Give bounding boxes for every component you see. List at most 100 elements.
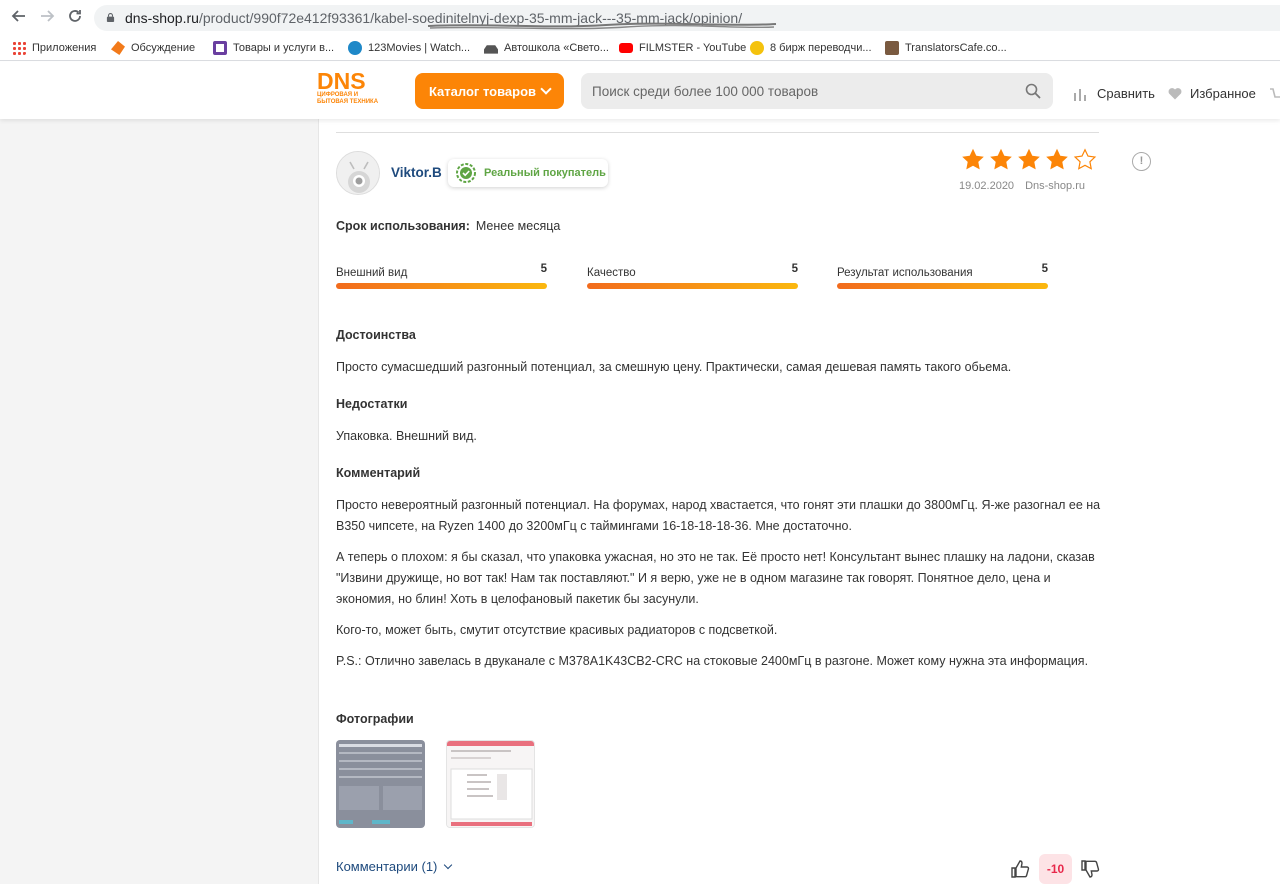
photos-title: Фотографии	[336, 712, 414, 726]
bookmark-youtube[interactable]: FILMSTER - YouTube	[619, 39, 746, 57]
favorites-link[interactable]: Избранное	[1168, 86, 1256, 101]
comment-paragraph: А теперь о плохом: я бы сказал, что упак…	[336, 550, 1095, 606]
pros-text: Просто сумасшедший разгонный потенциал, …	[336, 360, 1012, 374]
verified-check-icon	[456, 163, 476, 183]
compare-link[interactable]: Сравнить	[1073, 86, 1155, 101]
search-input[interactable]	[581, 73, 1011, 109]
shop-icon	[213, 41, 227, 55]
browser-toolbar: dns-shop.ru/product/990f72e412f93361/kab…	[0, 0, 1280, 35]
back-arrow-icon[interactable]	[9, 8, 29, 28]
timings-screenshot-thumbnail	[447, 741, 534, 827]
bookmarks-bar: Приложения Обсуждение Товары и услуги в.…	[0, 35, 1280, 61]
star-empty-icon	[1073, 148, 1097, 170]
bookmark-label: Обсуждение	[131, 42, 196, 54]
youtube-icon	[619, 43, 633, 53]
user-avatar-icon	[337, 152, 379, 194]
comment-paragraph: Кого-то, может быть, смутит отсутствие к…	[336, 623, 778, 637]
divider	[336, 132, 1099, 133]
chevron-down-icon	[444, 860, 453, 869]
compare-label: Сравнить	[1097, 86, 1155, 101]
review-photo[interactable]	[336, 740, 425, 828]
rating-name: Качество	[587, 267, 636, 279]
rating-score: 5	[540, 263, 547, 275]
movie-icon	[348, 41, 362, 55]
badge-label: Реальный покупатель	[484, 167, 606, 179]
dns-logo[interactable]: DNS ЦИФРОВАЯ И БЫТОВАЯ ТЕХНИКА	[317, 70, 389, 110]
bookmark-label: 8 бирж переводчи...	[770, 42, 872, 54]
comments-toggle[interactable]: Комментарии (1)	[336, 859, 453, 874]
vote-count: -10	[1039, 854, 1072, 884]
usage-value: Менее месяца	[475, 219, 561, 233]
coin-icon	[750, 41, 764, 55]
cons-title: Недостатки	[336, 397, 408, 411]
bookmark-label: FILMSTER - YouTube	[639, 42, 747, 54]
review-card: Viktor.B Реальный покупатель 19.02.2020 D…	[336, 119, 1151, 884]
catalog-button[interactable]: Каталог товаров	[415, 73, 564, 109]
forward-arrow-icon[interactable]	[37, 8, 57, 28]
rating-score: 5	[1041, 263, 1048, 275]
comment-title: Комментарий	[336, 466, 421, 480]
review-source: Dns-shop.ru	[1025, 180, 1085, 192]
bookmark-translatorscafe[interactable]: TranslatorsCafe.co...	[885, 39, 1007, 57]
review-date: 19.02.2020	[959, 180, 1015, 192]
rating-name: Внешний вид	[336, 267, 408, 279]
scribble-overlay	[427, 22, 777, 30]
catalog-label: Каталог товаров	[428, 83, 537, 99]
avatar	[336, 151, 380, 195]
comment-paragraph: P.S.: Отлично завелась в двуканале с M37…	[336, 654, 1089, 668]
review-photo[interactable]	[446, 740, 535, 828]
review-meta: 19.02.2020 Dns-shop.ru	[959, 180, 1085, 192]
bookmark-label: 123Movies | Watch...	[368, 42, 471, 54]
apps-grid-icon	[12, 41, 26, 55]
translators-icon	[885, 41, 899, 55]
bookmark-label: Товары и услуги в...	[233, 42, 335, 54]
star-filled-icon	[1046, 148, 1068, 170]
thumbs-up-icon[interactable]	[1010, 859, 1030, 879]
bookmark-discussion[interactable]: Обсуждение	[111, 39, 195, 57]
discussion-icon	[111, 41, 125, 55]
heart-icon	[1168, 88, 1182, 100]
bookmark-apps[interactable]: Приложения	[12, 39, 96, 57]
rating-result: Результат использования 5	[837, 263, 1048, 289]
car-icon	[484, 45, 498, 54]
bookmark-123movies[interactable]: 123Movies | Watch...	[348, 39, 470, 57]
left-sidebar	[0, 119, 319, 884]
chevron-down-icon	[540, 83, 552, 95]
comment-paragraph: Просто невероятный разгонный потенциал. …	[336, 498, 1101, 533]
bookmark-translators[interactable]: 8 бирж переводчи...	[750, 39, 872, 57]
rating-appearance: Внешний вид 5	[336, 263, 547, 289]
cons-text: Упаковка. Внешний вид.	[336, 429, 477, 443]
bios-screenshot-thumbnail	[336, 740, 425, 828]
rating-quality: Качество 5	[587, 263, 798, 289]
logo-text: DNS	[317, 68, 366, 94]
rating-bar	[837, 283, 1048, 289]
report-info-icon[interactable]: !	[1132, 152, 1151, 171]
rating-bar	[336, 283, 547, 289]
usage-period: Срок использования: Менее месяца	[336, 219, 560, 233]
star-filled-icon	[990, 148, 1012, 170]
cart-icon[interactable]	[1270, 87, 1280, 101]
search-icon[interactable]	[1025, 83, 1041, 99]
rating-score: 5	[791, 263, 798, 275]
thumbs-down-icon[interactable]	[1080, 859, 1100, 879]
verified-buyer-badge: Реальный покупатель	[448, 159, 608, 187]
comments-link-label: Комментарии (1)	[336, 859, 438, 874]
logo-subtitle: ЦИФРОВАЯ И БЫТОВАЯ ТЕХНИКА	[317, 92, 379, 105]
favorites-label: Избранное	[1190, 86, 1256, 101]
search-box	[581, 73, 1053, 109]
bookmark-label: Автошкола «Свето...	[504, 42, 609, 54]
rating-bar	[587, 283, 798, 289]
bookmark-autoschool[interactable]: Автошкола «Свето...	[484, 39, 609, 57]
reload-icon[interactable]	[65, 8, 85, 28]
bookmark-label: TranslatorsCafe.co...	[905, 42, 1007, 54]
rating-name: Результат использования	[837, 267, 973, 279]
star-filled-icon	[962, 148, 984, 170]
pros-title: Достоинства	[336, 328, 416, 342]
review-author[interactable]: Viktor.B	[391, 165, 442, 180]
bookmark-shop[interactable]: Товары и услуги в...	[213, 39, 334, 57]
bookmark-label: Приложения	[32, 42, 97, 54]
star-rating	[961, 148, 1101, 170]
address-bar[interactable]: dns-shop.ru/product/990f72e412f93361/kab…	[94, 5, 1280, 31]
lock-icon	[106, 13, 115, 22]
star-filled-icon	[1018, 148, 1040, 170]
